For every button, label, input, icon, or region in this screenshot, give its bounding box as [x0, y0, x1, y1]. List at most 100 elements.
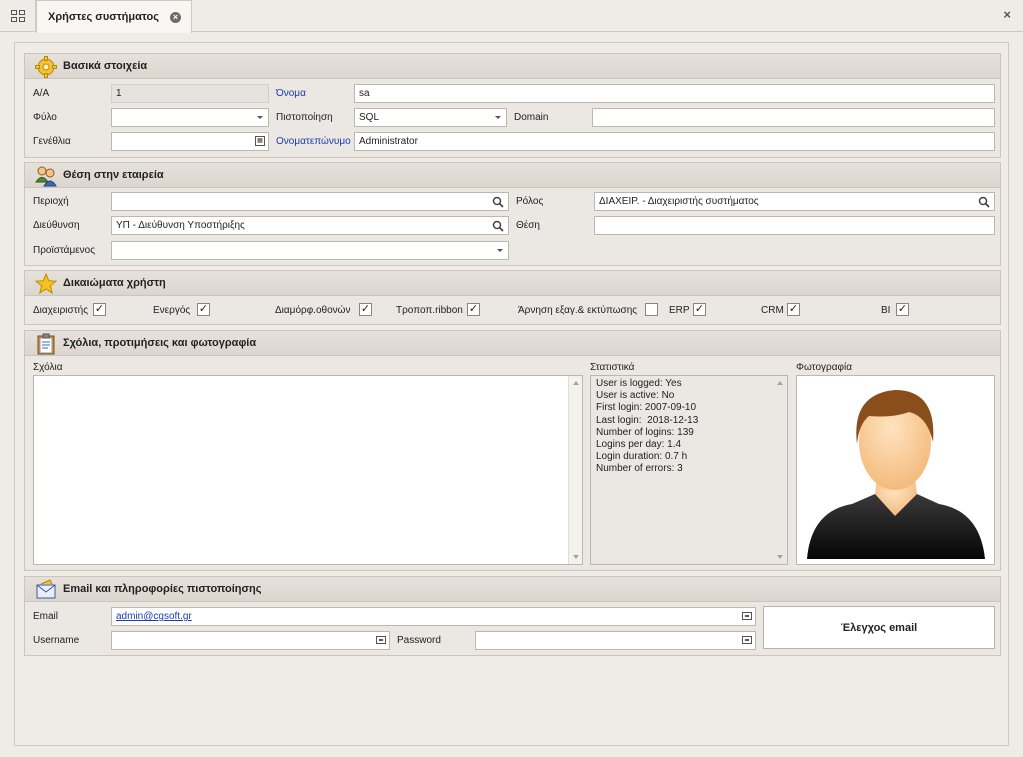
gender-select[interactable]: [111, 108, 269, 127]
role-label: Ρόλος: [516, 196, 544, 207]
chevron-down-icon[interactable]: [497, 249, 503, 252]
stat-line: Number of errors: 3: [596, 463, 683, 475]
stat-line: First login: 2007-09-10: [596, 402, 697, 414]
stats-scrollbar[interactable]: [773, 376, 787, 564]
comments-scrollbar[interactable]: [568, 376, 582, 564]
auth-select[interactable]: SQL: [354, 108, 507, 127]
region-label: Περιοχή: [33, 196, 69, 207]
grid-icon: [10, 10, 25, 22]
right-erp-checkbox[interactable]: ✓: [693, 303, 706, 316]
manager-select[interactable]: [111, 241, 509, 260]
group-comments-title: Σχόλια, προτιμήσεις και φωτογραφία: [63, 337, 257, 349]
right-ribbon-checkbox[interactable]: ✓: [467, 303, 480, 316]
password-label: Password: [397, 635, 441, 646]
username-field[interactable]: [111, 631, 390, 650]
aa-label: Α/Α: [33, 88, 50, 99]
group-basic-header: Βασικά στοιχεία: [25, 54, 1000, 79]
right-crm-label: CRM: [761, 305, 784, 316]
post-label: Θέση: [516, 220, 540, 231]
search-icon[interactable]: [978, 196, 990, 208]
stats-label: Στατιστικά: [590, 362, 635, 373]
right-admin-checkbox[interactable]: ✓: [93, 303, 106, 316]
role-value: ΔΙΑΧΕΙΡ. - Διαχειριστής συστήματος: [599, 196, 759, 207]
direction-label: Διεύθυνση: [33, 220, 80, 231]
mail-icon: [36, 579, 56, 599]
chevron-down-icon[interactable]: [495, 116, 501, 119]
users-icon: [35, 166, 57, 187]
stat-line: User is logged: Yes: [596, 378, 682, 389]
comments-label: Σχόλια: [33, 362, 63, 373]
right-erp-label: ERP: [669, 305, 690, 316]
search-icon[interactable]: [492, 196, 504, 208]
photo-box[interactable]: [796, 375, 995, 565]
group-rights-title: Δικαιώματα χρήστη: [63, 277, 166, 289]
password-field[interactable]: [475, 631, 756, 650]
search-icon[interactable]: [492, 220, 504, 232]
right-export-checkbox[interactable]: [645, 303, 658, 316]
email-value[interactable]: admin@cgsoft.gr: [116, 611, 192, 622]
chevron-down-icon[interactable]: [257, 116, 263, 119]
group-rights: Δικαιώματα χρήστη: [24, 270, 1001, 325]
fullname-label: Ονοματεπώνυμο: [276, 136, 351, 147]
group-position-title: Θέση στην εταιρεία: [63, 169, 164, 181]
birthdate-label: Γενέθλια: [33, 136, 71, 147]
right-bi-label: BI: [881, 305, 891, 316]
name-label: Όνομα: [276, 88, 306, 99]
right-bi-checkbox[interactable]: ✓: [896, 303, 909, 316]
stats-panel: User is logged: Yes User is active: No F…: [590, 375, 788, 565]
domain-label: Domain: [514, 112, 549, 123]
region-lookup[interactable]: [111, 192, 509, 211]
group-rights-header: Δικαιώματα χρήστη: [25, 271, 1000, 296]
group-email-title: Email και πληροφορίες πιστοποίησης: [63, 583, 262, 595]
auth-label: Πιστοποίηση: [276, 112, 333, 123]
check-email-button[interactable]: Έλεγχος email: [763, 606, 995, 649]
tab-users[interactable]: Χρήστες συστήματος ×: [36, 0, 192, 33]
scroll-up-icon[interactable]: [777, 381, 783, 385]
photo-label: Φωτογραφία: [796, 362, 852, 373]
aa-field[interactable]: 1: [111, 84, 269, 103]
role-lookup[interactable]: ΔΙΑΧΕΙΡ. - Διαχειριστής συστήματος: [594, 192, 995, 211]
domain-field[interactable]: [592, 108, 995, 127]
right-admin-label: Διαχειριστής: [33, 305, 89, 316]
edit-icon[interactable]: [742, 636, 752, 644]
clipboard-icon: [37, 333, 55, 355]
manager-label: Προϊστάμενος: [33, 245, 96, 256]
name-field[interactable]: sa: [354, 84, 995, 103]
edit-icon[interactable]: [742, 612, 752, 620]
right-active-checkbox[interactable]: ✓: [197, 303, 210, 316]
right-screens-label: Διαμόρφ.οθονών: [275, 305, 351, 316]
calendar-icon[interactable]: ▦: [255, 136, 265, 146]
tab-overview-button[interactable]: [0, 0, 36, 32]
gear-user-icon: [35, 56, 57, 78]
birthdate-picker[interactable]: ▦: [111, 132, 269, 151]
post-field[interactable]: [594, 216, 995, 235]
group-position-header: Θέση στην εταιρεία: [25, 163, 1000, 188]
edit-icon[interactable]: [376, 636, 386, 644]
right-export-label: Άρνηση εξαγ.& εκτύπωσης: [518, 305, 638, 316]
right-crm-checkbox[interactable]: ✓: [787, 303, 800, 316]
direction-lookup[interactable]: ΥΠ - Διεύθυνση Υποστήριξης: [111, 216, 509, 235]
user-avatar-icon: [807, 390, 985, 559]
gender-label: Φύλο: [33, 112, 57, 123]
comments-textarea[interactable]: [33, 375, 583, 565]
scroll-down-icon[interactable]: [573, 555, 579, 559]
group-comments-header: Σχόλια, προτιμήσεις και φωτογραφία: [25, 331, 1000, 356]
scroll-down-icon[interactable]: [777, 555, 783, 559]
star-icon: [35, 273, 57, 295]
scroll-up-icon[interactable]: [573, 381, 579, 385]
right-ribbon-label: Τροποπ.ribbon: [396, 305, 463, 316]
window-close-icon[interactable]: ×: [1003, 7, 1011, 22]
stat-line: Number of logins: 139: [596, 426, 694, 438]
stat-line: Last login: 2018-12-13: [596, 414, 699, 426]
email-field[interactable]: admin@cgsoft.gr: [111, 607, 756, 626]
stat-line: Logins per day: 1.4: [596, 439, 682, 451]
direction-value: ΥΠ - Διεύθυνση Υποστήριξης: [116, 220, 245, 231]
fullname-field[interactable]: Administrator: [354, 132, 995, 151]
right-screens-checkbox[interactable]: ✓: [359, 303, 372, 316]
email-label: Email: [33, 611, 59, 622]
auth-value: SQL: [359, 112, 380, 123]
stat-line: User is active: No: [596, 390, 675, 402]
tab-close-icon[interactable]: ×: [170, 12, 181, 23]
stat-line: Login duration: 0.7 h: [596, 451, 688, 463]
group-basic-title: Βασικά στοιχεία: [63, 60, 148, 72]
